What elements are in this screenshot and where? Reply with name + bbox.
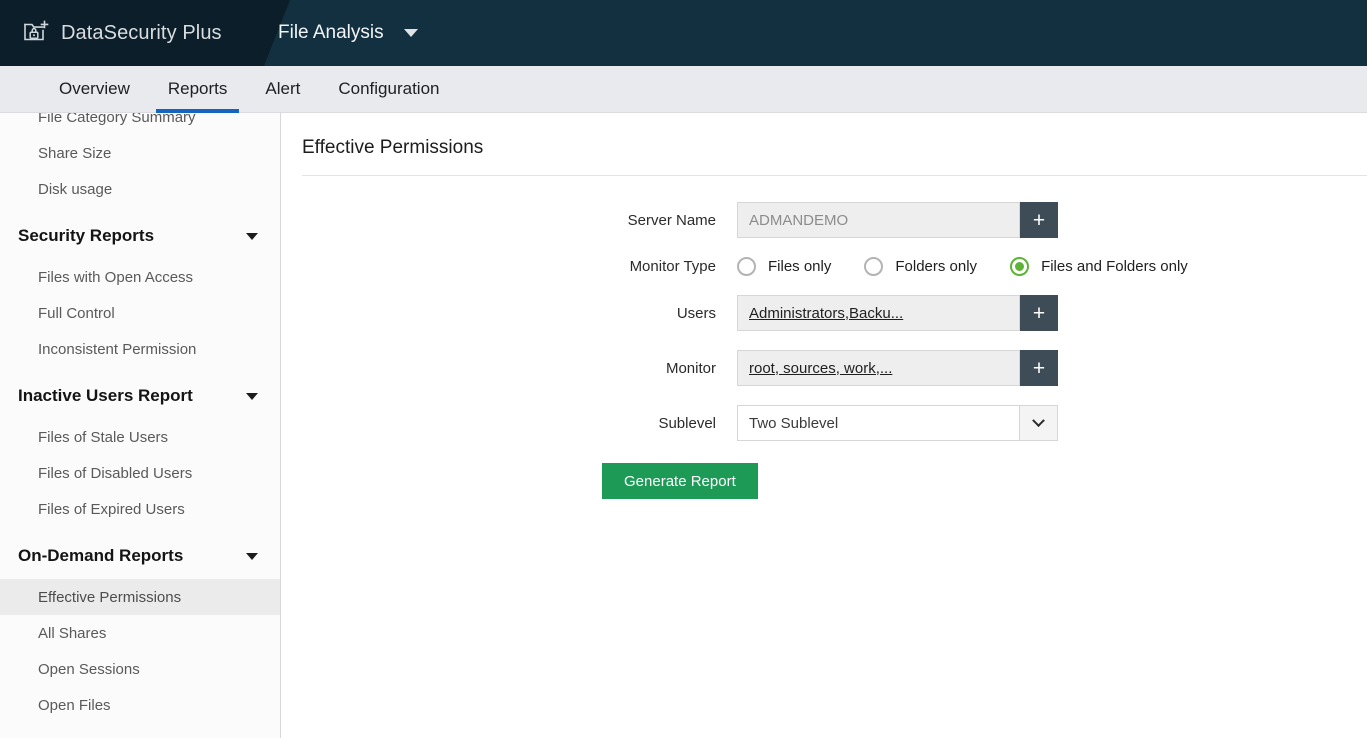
tab-configuration[interactable]: Configuration (319, 66, 458, 112)
server-name-combo: ADMANDEMO + (737, 202, 1058, 238)
caret-down-icon[interactable] (246, 553, 258, 560)
module-title: File Analysis (278, 22, 384, 44)
sidebar-item-open-files[interactable]: Open Files (0, 687, 280, 723)
users-label: Users (281, 305, 737, 322)
add-monitor-button[interactable]: + (1020, 350, 1058, 386)
sidebar-item-inconsistent-permission[interactable]: Inconsistent Permission (0, 331, 280, 367)
server-name-input[interactable]: ADMANDEMO (737, 202, 1020, 238)
main-body: File Category Summary Share Size Disk us… (0, 113, 1367, 738)
tab-overview-label: Overview (59, 79, 130, 99)
monitor-type-radio-group: Files only Folders only Files and Folder… (737, 257, 1221, 276)
sidebar-item-label: Full Control (38, 305, 115, 322)
radio-button-icon[interactable] (737, 257, 756, 276)
sidebar-group-label: On-Demand Reports (18, 546, 183, 566)
sidebar-item-files-of-stale-users[interactable]: Files of Stale Users (0, 419, 280, 455)
tab-reports[interactable]: Reports (149, 66, 247, 112)
chevron-down-icon[interactable] (404, 29, 418, 37)
sidebar-item-files-of-expired-users[interactable]: Files of Expired Users (0, 491, 280, 527)
monitor-combo: root, sources, work,... + (737, 350, 1058, 386)
sidebar-item-share-size[interactable]: Share Size (0, 135, 280, 171)
folder-lock-plus-icon (22, 19, 50, 47)
users-value: Administrators,Backu... (749, 305, 903, 322)
sidebar-item-disk-usage[interactable]: Disk usage (0, 171, 280, 207)
sidebar-item-full-control[interactable]: Full Control (0, 295, 280, 331)
sidebar-group-security-reports[interactable]: Security Reports (0, 213, 280, 259)
content-area: Effective Permissions Server Name ADMAND… (281, 113, 1367, 738)
radio-files-only[interactable]: Files only (737, 257, 831, 276)
sidebar-item-label: Files of Disabled Users (38, 465, 192, 482)
page-title: Effective Permissions (281, 113, 1367, 175)
tab-alert-label: Alert (265, 79, 300, 99)
sidebar-item-label: Inconsistent Permission (38, 341, 196, 358)
radio-folders-only[interactable]: Folders only (864, 257, 977, 276)
users-combo: Administrators,Backu... + (737, 295, 1058, 331)
radio-files-and-folders-only[interactable]: Files and Folders only (1010, 257, 1188, 276)
sidebar-item-open-sessions[interactable]: Open Sessions (0, 651, 280, 687)
sidebar-item-label: Disk usage (38, 181, 112, 198)
sidebar-item-label: Files of Expired Users (38, 501, 185, 518)
tab-reports-label: Reports (168, 79, 228, 99)
tab-overview[interactable]: Overview (40, 66, 149, 112)
sublevel-label: Sublevel (281, 415, 737, 432)
main-nav: Overview Reports Alert Configuration (0, 66, 1367, 113)
sidebar-item-all-shares[interactable]: All Shares (0, 615, 280, 651)
radio-button-selected-icon[interactable] (1010, 257, 1029, 276)
server-name-label: Server Name (281, 212, 737, 229)
module-selector[interactable]: File Analysis (278, 22, 418, 44)
sidebar-item-label: Files with Open Access (38, 269, 193, 286)
add-users-button[interactable]: + (1020, 295, 1058, 331)
users-input[interactable]: Administrators,Backu... (737, 295, 1020, 331)
radio-files-and-folders-only-label: Files and Folders only (1041, 258, 1188, 275)
sidebar-item-label: Open Files (38, 697, 111, 714)
monitor-label: Monitor (281, 360, 737, 377)
effective-permissions-form: Server Name ADMANDEMO + Monitor Type Fil… (281, 176, 1367, 499)
add-server-button[interactable]: + (1020, 202, 1058, 238)
sidebar-group-on-demand-reports[interactable]: On-Demand Reports (0, 533, 280, 579)
sidebar-group-label: Inactive Users Report (18, 386, 193, 406)
sidebar-group-label: Security Reports (18, 226, 154, 246)
submit-row: Generate Report (281, 463, 1367, 499)
sublevel-dropdown-button[interactable] (1020, 405, 1058, 441)
radio-folders-only-label: Folders only (895, 258, 977, 275)
sidebar-item-effective-permissions[interactable]: Effective Permissions (0, 579, 280, 615)
brand[interactable]: DataSecurity Plus (0, 19, 258, 47)
sidebar-item-label: File Category Summary (38, 113, 196, 126)
sidebar-scroll-area[interactable]: File Category Summary Share Size Disk us… (0, 113, 280, 738)
sidebar-item-file-category-summary[interactable]: File Category Summary (0, 113, 280, 135)
sidebar-item-files-with-open-access[interactable]: Files with Open Access (0, 259, 280, 295)
brand-name: DataSecurity Plus (61, 22, 222, 45)
form-row-monitor-type: Monitor Type Files only Folders only Fil… (281, 257, 1367, 276)
form-row-server-name: Server Name ADMANDEMO + (281, 202, 1367, 238)
app-header: DataSecurity Plus File Analysis (0, 0, 1367, 66)
form-row-users: Users Administrators,Backu... + (281, 295, 1367, 331)
tab-alert[interactable]: Alert (246, 66, 319, 112)
sidebar-item-label: Effective Permissions (38, 589, 181, 606)
caret-down-icon[interactable] (246, 393, 258, 400)
sidebar: File Category Summary Share Size Disk us… (0, 113, 281, 738)
chevron-down-icon (1032, 414, 1045, 427)
sidebar-item-label: Share Size (38, 145, 111, 162)
form-row-sublevel: Sublevel Two Sublevel (281, 405, 1367, 441)
monitor-value: root, sources, work,... (749, 360, 892, 377)
sublevel-select-value[interactable]: Two Sublevel (737, 405, 1020, 441)
monitor-type-label: Monitor Type (281, 258, 737, 275)
monitor-input[interactable]: root, sources, work,... (737, 350, 1020, 386)
sidebar-item-label: Files of Stale Users (38, 429, 168, 446)
radio-files-only-label: Files only (768, 258, 831, 275)
sidebar-group-inactive-users-report[interactable]: Inactive Users Report (0, 373, 280, 419)
generate-report-button[interactable]: Generate Report (602, 463, 758, 499)
caret-down-icon[interactable] (246, 233, 258, 240)
sublevel-combo[interactable]: Two Sublevel (737, 405, 1058, 441)
sidebar-item-label: Open Sessions (38, 661, 140, 678)
tab-configuration-label: Configuration (338, 79, 439, 99)
sidebar-item-files-of-disabled-users[interactable]: Files of Disabled Users (0, 455, 280, 491)
form-row-monitor: Monitor root, sources, work,... + (281, 350, 1367, 386)
sidebar-item-label: All Shares (38, 625, 106, 642)
radio-button-icon[interactable] (864, 257, 883, 276)
